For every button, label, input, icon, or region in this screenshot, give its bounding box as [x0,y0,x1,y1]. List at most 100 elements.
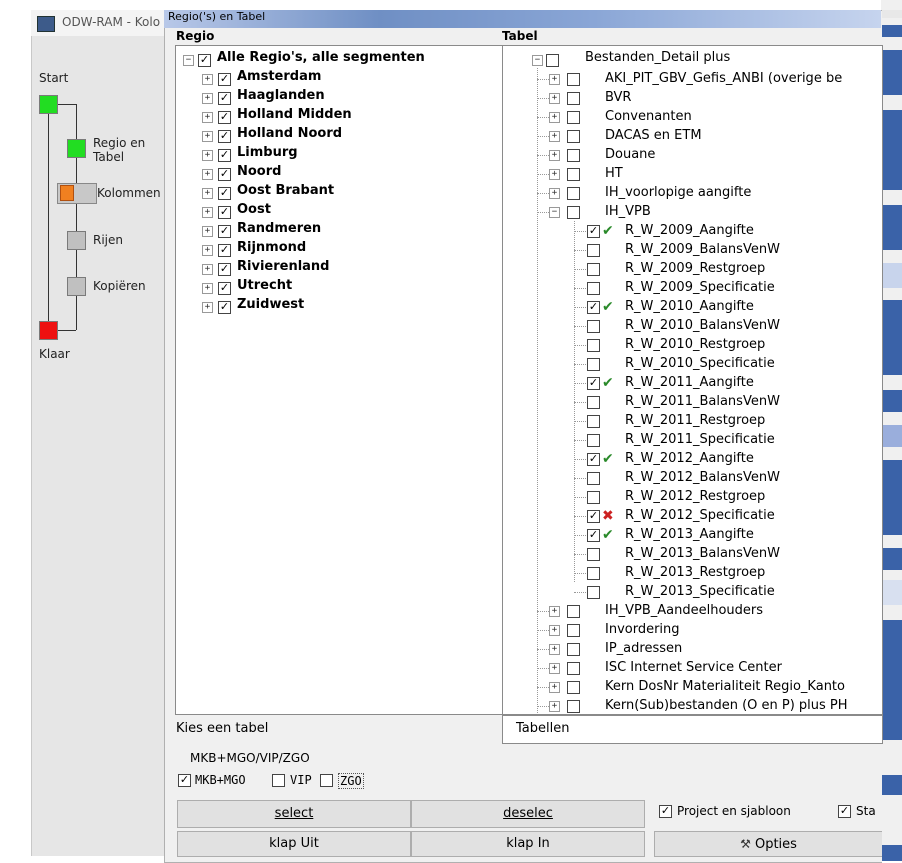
klap-uit-button[interactable]: klap Uit [177,831,411,857]
expand-icon[interactable]: + [549,131,560,142]
seg-mkb-checkbox[interactable]: ✓ [178,774,191,787]
expand-icon[interactable]: + [549,663,560,674]
tabel-checkbox[interactable] [567,605,580,618]
tabel-checkbox[interactable] [567,130,580,143]
tabel-checkbox[interactable] [587,567,600,580]
expand-icon[interactable]: + [549,701,560,712]
tabellen-dropdown[interactable]: Tabellen [502,715,883,744]
tabel-item-label: R_W_2013_BalansVenW [625,546,780,561]
tabel-root-checkbox[interactable] [546,54,559,67]
regio-checkbox[interactable]: ✓ [218,73,231,86]
expand-icon[interactable]: + [549,625,560,636]
tabel-checkbox[interactable]: ✓ [587,377,600,390]
tabel-checkbox[interactable]: ✓ [587,510,600,523]
tabel-checkbox[interactable] [587,263,600,276]
regio-item-label: Holland Midden [237,107,352,122]
tabel-checkbox[interactable]: ✓ [587,301,600,314]
expand-icon[interactable]: + [202,150,213,161]
regio-checkbox[interactable]: ✓ [218,92,231,105]
tabel-item-label: R_W_2011_BalansVenW [625,394,780,409]
expand-icon[interactable]: + [549,74,560,85]
expand-icon[interactable]: + [549,112,560,123]
step-klaar-indicator[interactable] [39,321,58,340]
expand-icon[interactable]: + [202,169,213,180]
step-kopieren-indicator[interactable] [67,277,86,296]
expand-icon[interactable]: + [202,207,213,218]
tabel-checkbox[interactable]: ✓ [587,225,600,238]
step-rijen-indicator[interactable] [67,231,86,250]
expand-icon[interactable]: + [549,682,560,693]
opties-button[interactable]: ⚒ Opties [654,831,882,857]
tabel-checkbox[interactable] [587,282,600,295]
sta-checkbox[interactable]: ✓ [838,805,851,818]
expand-icon[interactable]: + [202,226,213,237]
tabel-checkbox[interactable] [567,168,580,181]
seg-zgo-checkbox[interactable] [320,774,333,787]
expand-icon[interactable]: + [202,188,213,199]
tabel-tree[interactable]: − Bestanden_Detail plus + AKI_PIT_GBV_Gef… [502,45,883,715]
regio-checkbox[interactable]: ✓ [218,111,231,124]
collapse-icon[interactable]: − [532,55,543,66]
expand-icon[interactable]: + [549,644,560,655]
regio-checkbox[interactable]: ✓ [218,149,231,162]
regio-checkbox[interactable]: ✓ [218,225,231,238]
step-start-indicator[interactable] [39,95,58,114]
expand-icon[interactable]: + [202,112,213,123]
tabel-checkbox[interactable] [587,415,600,428]
step-regio-indicator[interactable] [67,139,86,158]
expand-icon[interactable]: + [549,188,560,199]
tabel-checkbox[interactable] [587,586,600,599]
tabel-checkbox[interactable] [587,244,600,257]
tabel-checkbox[interactable] [567,624,580,637]
tabel-checkbox[interactable] [567,187,580,200]
tabel-checkbox[interactable] [567,149,580,162]
regio-checkbox[interactable]: ✓ [218,282,231,295]
tabel-checkbox[interactable] [567,111,580,124]
expand-icon[interactable]: + [202,264,213,275]
tabel-checkbox[interactable] [587,548,600,561]
tabel-checkbox[interactable] [567,92,580,105]
tabel-checkbox[interactable] [567,73,580,86]
select-button[interactable]: select [177,800,411,828]
regio-checkbox[interactable]: ✓ [218,130,231,143]
klap-in-button[interactable]: klap In [411,831,645,857]
deselect-button[interactable]: deselec [411,800,645,828]
project-sjabloon-checkbox[interactable]: ✓ [659,805,672,818]
tabel-checkbox[interactable]: ✓ [587,529,600,542]
tabel-checkbox[interactable] [587,472,600,485]
tabel-checkbox[interactable] [567,643,580,656]
tabel-checkbox[interactable] [587,396,600,409]
tabel-checkbox[interactable] [567,681,580,694]
regio-root-checkbox[interactable]: ✓ [198,54,211,67]
seg-vip-checkbox[interactable] [272,774,285,787]
expand-icon[interactable]: + [202,283,213,294]
regio-tree[interactable]: − ✓ Alle Regio's, alle segmenten + ✓ Amste… [175,45,503,715]
tabel-checkbox[interactable]: ✓ [587,453,600,466]
collapse-icon[interactable]: − [183,55,194,66]
expand-icon[interactable]: + [202,245,213,256]
tabel-checkbox[interactable] [567,206,580,219]
expand-icon[interactable]: + [549,606,560,617]
tabel-checkbox[interactable] [587,320,600,333]
tabel-checkbox[interactable] [587,491,600,504]
regio-checkbox[interactable]: ✓ [218,244,231,257]
expand-icon[interactable]: + [202,131,213,142]
expand-icon[interactable]: + [202,74,213,85]
tabel-checkbox[interactable] [567,662,580,675]
collapse-icon[interactable]: − [549,207,560,218]
tabel-checkbox[interactable] [567,700,580,713]
regio-checkbox[interactable]: ✓ [218,168,231,181]
expand-icon[interactable]: + [202,93,213,104]
regio-checkbox[interactable]: ✓ [218,187,231,200]
tabel-checkbox[interactable] [587,358,600,371]
tabel-checkbox[interactable] [587,339,600,352]
regio-checkbox[interactable]: ✓ [218,206,231,219]
regio-checkbox[interactable]: ✓ [218,301,231,314]
expand-icon[interactable]: + [549,169,560,180]
expand-icon[interactable]: + [202,302,213,313]
tabel-item-label: R_W_2009_Restgroep [625,261,766,276]
regio-checkbox[interactable]: ✓ [218,263,231,276]
expand-icon[interactable]: + [549,150,560,161]
expand-icon[interactable]: + [549,93,560,104]
tabel-checkbox[interactable] [587,434,600,447]
